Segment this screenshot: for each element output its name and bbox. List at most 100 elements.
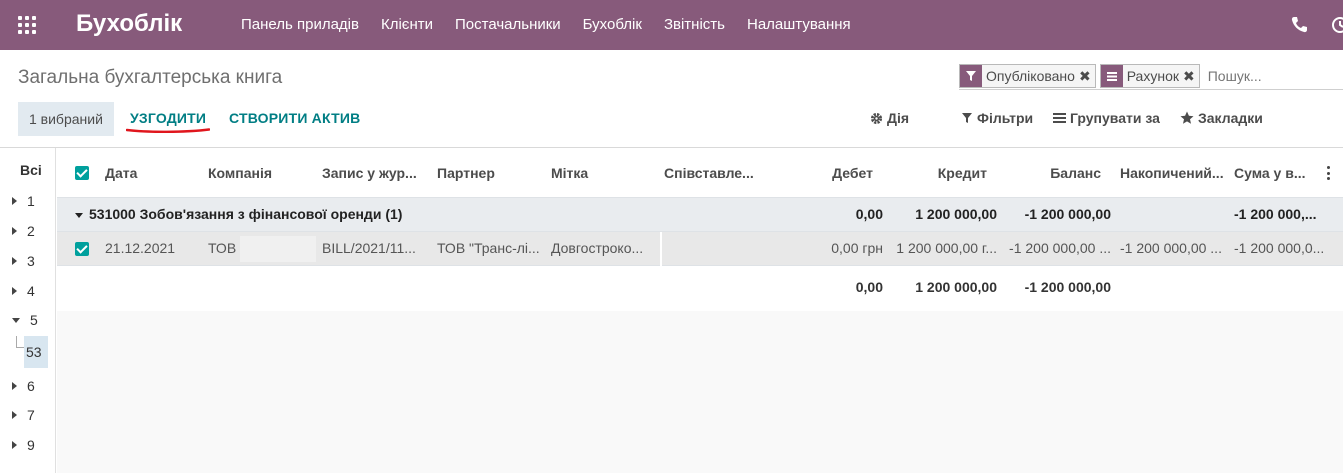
column-header-debit[interactable]: Дебет	[773, 165, 873, 181]
gear-icon	[870, 112, 883, 124]
list-icon	[1053, 113, 1066, 123]
caret-right-icon	[12, 411, 17, 419]
hierarchy-item[interactable]: 2	[12, 223, 35, 239]
selected-count: 1 вибраний	[18, 102, 114, 136]
search-facet-posted: Опубліковано ✖	[959, 63, 1096, 88]
total-balance: -1 200 000,00	[1024, 279, 1111, 295]
table-row[interactable]: 21.12.2021 ТОВ BILL/2021/11... ТОВ "Тран…	[57, 232, 1343, 266]
hierarchy-item[interactable]: 6	[12, 378, 35, 394]
group-row[interactable]: 531000 Зобов'язання з фінансової оренди …	[57, 198, 1343, 232]
action-label: Дія	[887, 110, 910, 126]
app-brand[interactable]: Бухоблік	[76, 10, 182, 38]
journal-items-table: Дата Компанія Запис у жур... Партнер Міт…	[57, 148, 1343, 310]
caret-right-icon	[12, 287, 17, 295]
filters-label: Фільтри	[977, 110, 1034, 126]
column-header-balance[interactable]: Баланс	[1001, 165, 1101, 181]
annotation-underline	[126, 128, 210, 133]
filter-icon	[962, 113, 972, 123]
hierarchy-item-expanded[interactable]: 5	[12, 312, 38, 328]
menu-item-reporting[interactable]: Звітність	[653, 0, 736, 50]
main-menu: Панель приладів Клієнти Постачальники Бу…	[230, 0, 862, 50]
hierarchy-item-label: 4	[27, 283, 35, 299]
cell-debit: 0,00 грн	[831, 240, 883, 256]
column-header-journal-entry[interactable]: Запис у жур...	[322, 165, 422, 181]
search-facet-account: Рахунок ✖	[1099, 63, 1200, 88]
star-icon	[1180, 111, 1194, 124]
column-header-cumulated[interactable]: Накопичений...	[1120, 165, 1224, 181]
caret-right-icon	[12, 257, 17, 265]
cell-balance: -1 200 000,00 ...	[1009, 240, 1111, 256]
hierarchy-all[interactable]: Всі	[20, 162, 42, 178]
column-header-label[interactable]: Мітка	[551, 165, 651, 181]
menu-item-accounting[interactable]: Бухоблік	[572, 0, 653, 50]
cell-partner: ТОВ "Транс-лі...	[437, 240, 540, 256]
hierarchy-item-label: 7	[27, 407, 35, 423]
group-amount-currency: -1 200 000,...	[1234, 206, 1317, 222]
hierarchy-item-label: 3	[27, 253, 35, 269]
cell-cumulated: -1 200 000,00 ...	[1120, 240, 1222, 256]
hierarchy-item-label: 6	[27, 378, 35, 394]
action-dropdown[interactable]: Дія	[870, 110, 909, 126]
column-header-matching[interactable]: Співставле...	[664, 165, 764, 181]
hierarchy-item-label: 9	[27, 437, 35, 453]
select-all-checkbox[interactable]	[75, 166, 89, 180]
row-checkbox[interactable]	[75, 242, 89, 256]
optional-columns-icon[interactable]	[1327, 166, 1331, 180]
search-input[interactable]	[1203, 67, 1324, 84]
activity-clock-icon[interactable]	[1330, 15, 1343, 35]
create-asset-button[interactable]: СТВОРИТИ АКТИВ	[229, 110, 360, 126]
column-header-partner[interactable]: Партнер	[437, 165, 537, 181]
menu-item-configuration[interactable]: Налаштування	[736, 0, 862, 50]
group-by-label: Групувати за	[1070, 110, 1160, 126]
cell-journal-entry: BILL/2021/11...	[322, 240, 416, 256]
caret-right-icon	[12, 197, 17, 205]
hierarchy-subitem-selected[interactable]: 53	[24, 336, 48, 368]
facet-label: Рахунок	[1126, 67, 1179, 84]
menu-item-vendors[interactable]: Постачальники	[444, 0, 572, 50]
hierarchy-item-label: 1	[27, 193, 35, 209]
cell-company: ТОВ	[208, 240, 237, 256]
remove-facet-icon[interactable]: ✖	[1183, 65, 1199, 87]
page-title[interactable]: Загальна бухгалтерська книга	[18, 67, 282, 89]
remove-facet-icon[interactable]: ✖	[1079, 65, 1095, 87]
column-header-credit[interactable]: Кредит	[887, 165, 987, 181]
totals-row: 0,00 1 200 000,00 -1 200 000,00	[57, 266, 1343, 310]
caret-down-icon	[75, 212, 83, 218]
column-header-company[interactable]: Компанія	[208, 165, 308, 181]
tree-connector	[16, 336, 24, 348]
group-by-dropdown[interactable]: Групувати за	[1053, 110, 1160, 126]
filters-dropdown[interactable]: Фільтри	[961, 110, 1033, 126]
phone-icon[interactable]	[1289, 15, 1309, 35]
hierarchy-item[interactable]: 9	[12, 437, 35, 453]
hierarchy-panel: Всі 1 2 3 4 5 53 6 7 9	[0, 148, 56, 473]
caret-right-icon	[12, 382, 17, 390]
favorites-label: Закладки	[1198, 110, 1263, 126]
hierarchy-item-label: 2	[27, 223, 35, 239]
hierarchy-item[interactable]: 3	[12, 253, 35, 269]
menu-item-dashboard[interactable]: Панель приладів	[230, 0, 370, 50]
cell-credit: 1 200 000,00 г...	[896, 240, 997, 256]
caret-right-icon	[12, 441, 17, 449]
group-icon	[1100, 64, 1123, 87]
filter-icon	[960, 64, 982, 87]
favorites-dropdown[interactable]: Закладки	[1180, 110, 1263, 126]
group-balance: -1 200 000,00	[1024, 206, 1111, 222]
cell-label: Довгостроко...	[551, 240, 644, 256]
caret-down-icon	[12, 317, 20, 323]
caret-right-icon	[12, 227, 17, 235]
hierarchy-item-label: 5	[30, 312, 38, 328]
hierarchy-item[interactable]: 4	[12, 283, 35, 299]
total-credit: 1 200 000,00	[915, 279, 997, 295]
menu-item-customers[interactable]: Клієнти	[370, 0, 444, 50]
column-header-amount-currency[interactable]: Сума у в...	[1234, 165, 1310, 181]
top-navbar: Бухоблік Панель приладів Клієнти Постача…	[0, 0, 1343, 50]
redacted-area	[240, 236, 316, 262]
cell-date: 21.12.2021	[105, 240, 176, 256]
apps-menu-icon[interactable]	[18, 16, 36, 34]
hierarchy-item[interactable]: 1	[12, 193, 35, 209]
column-separator	[660, 232, 662, 266]
hierarchy-item[interactable]: 7	[12, 407, 35, 423]
column-header-date[interactable]: Дата	[105, 165, 195, 181]
group-label: 531000 Зобов'язання з фінансової оренди …	[75, 206, 595, 222]
reconcile-button[interactable]: УЗГОДИТИ	[130, 110, 206, 126]
